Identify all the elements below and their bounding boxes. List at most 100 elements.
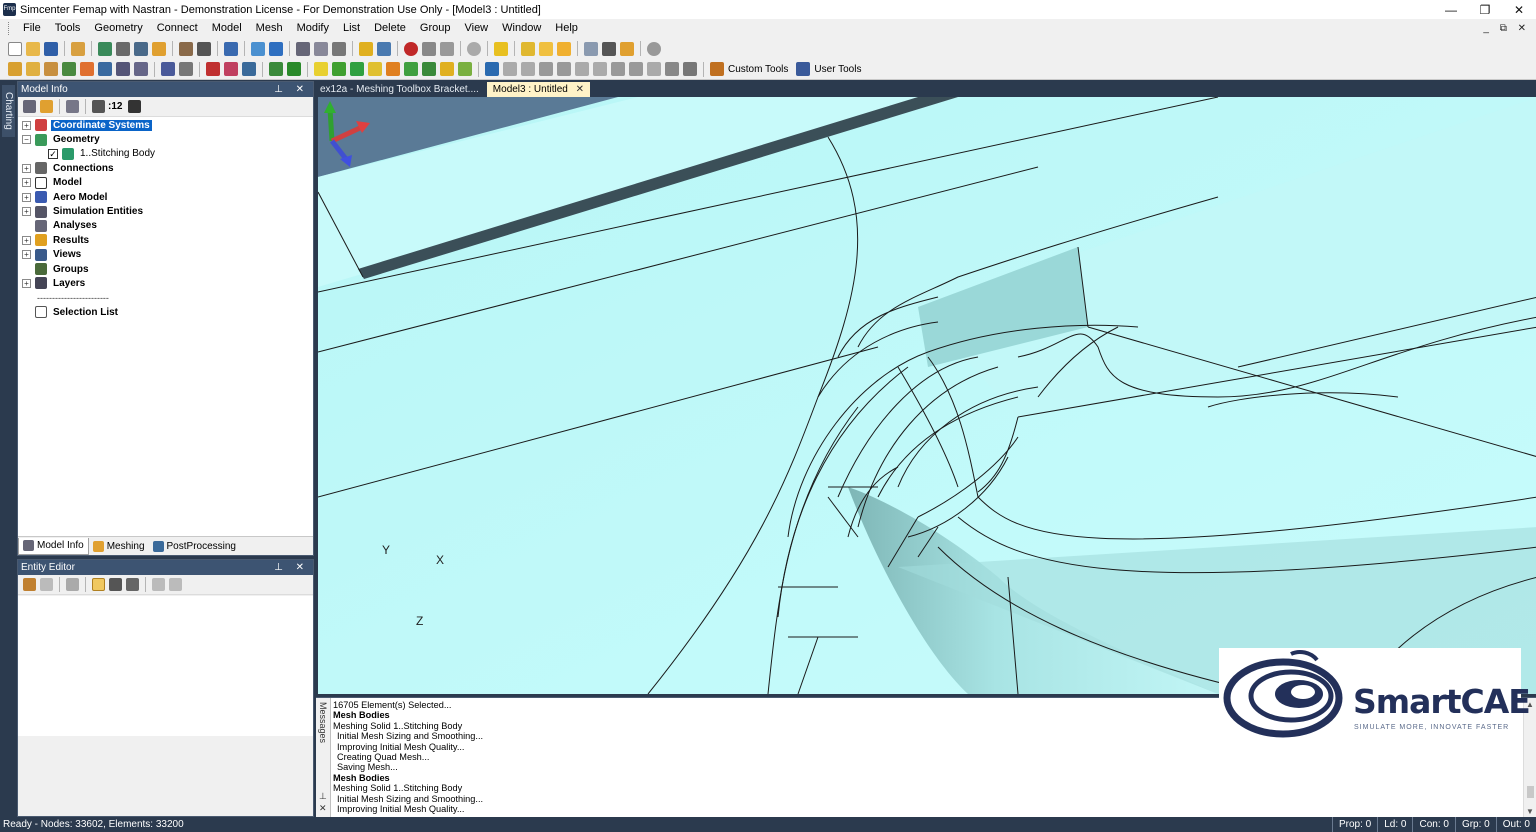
import-icon[interactable] — [665, 62, 679, 76]
expander-icon[interactable]: + — [22, 163, 31, 173]
tree-item-simulation-entities[interactable]: + Simulation Entities — [18, 204, 313, 218]
data-table-icon[interactable] — [44, 62, 58, 76]
pencil-icon[interactable] — [539, 41, 553, 56]
status-prop[interactable]: Prop: 0 — [1331, 817, 1377, 832]
link-icon[interactable] — [71, 41, 85, 56]
menu-delete[interactable]: Delete — [367, 19, 413, 38]
tree-item-connections[interactable]: + Connections — [18, 161, 313, 175]
status-output[interactable]: Out: 0 — [1495, 817, 1536, 832]
tree-results-icon[interactable] — [152, 41, 166, 56]
expander-icon[interactable]: + — [22, 278, 31, 288]
menu-geometry[interactable]: Geometry — [87, 19, 149, 38]
expander-icon[interactable]: + — [22, 120, 31, 130]
tree-item-views[interactable]: + Views — [18, 248, 313, 262]
grid-icon[interactable] — [602, 41, 616, 56]
menu-model[interactable]: Model — [205, 19, 249, 38]
tab-model-info[interactable]: Model Info — [18, 537, 89, 555]
restore-button[interactable]: ❐ — [1468, 0, 1502, 19]
entity-point-icon[interactable] — [314, 62, 328, 76]
print-icon[interactable] — [197, 41, 211, 56]
tree-item-results[interactable]: + Results — [18, 233, 313, 247]
scroll-down-icon[interactable]: ▼ — [1526, 807, 1534, 816]
minimize-button[interactable]: — — [1434, 0, 1468, 19]
view-options-icon[interactable] — [242, 62, 256, 76]
view-box-icon[interactable] — [332, 41, 346, 56]
stop-icon[interactable] — [404, 41, 418, 56]
menu-window[interactable]: Window — [495, 19, 548, 38]
align-right-icon[interactable] — [521, 62, 535, 76]
menu-file[interactable]: File — [16, 19, 48, 38]
geometry-solid-icon[interactable] — [224, 62, 238, 76]
model-info-icon[interactable] — [8, 62, 22, 76]
status-load[interactable]: Ld: 0 — [1377, 817, 1412, 832]
custom-tools-icon[interactable] — [710, 62, 724, 76]
layers-icon[interactable] — [584, 41, 598, 56]
properties-list-icon[interactable] — [126, 578, 139, 591]
expander-icon[interactable]: − — [22, 135, 31, 145]
status-group[interactable]: Grp: 0 — [1454, 817, 1496, 832]
save-icon[interactable] — [44, 41, 58, 56]
tree-item-groups[interactable]: Groups — [18, 262, 313, 276]
add-point-icon[interactable] — [494, 41, 508, 56]
align-left-icon[interactable] — [485, 62, 499, 76]
tree-item-selection-list[interactable]: Selection List — [18, 305, 313, 319]
menu-help[interactable]: Help — [548, 19, 585, 38]
menu-mesh[interactable]: Mesh — [249, 19, 290, 38]
status-constraint[interactable]: Con: 0 — [1412, 817, 1454, 832]
entity-editor-icon[interactable] — [26, 62, 40, 76]
tree-item-model[interactable]: + Model — [18, 176, 313, 190]
view-copy-icon[interactable] — [314, 41, 328, 56]
entity-node-icon[interactable] — [368, 62, 382, 76]
align-center-icon[interactable] — [503, 62, 517, 76]
eraser-icon[interactable] — [557, 41, 571, 56]
program-file-icon[interactable] — [116, 62, 130, 76]
sort-alpha-icon[interactable] — [109, 578, 122, 591]
help-icon[interactable] — [647, 41, 661, 56]
view-select-icon[interactable] — [251, 41, 265, 56]
new-file-icon[interactable] — [8, 41, 22, 56]
measure-icon[interactable] — [359, 41, 373, 56]
open-folder-icon[interactable] — [26, 41, 40, 56]
tab-meshing[interactable]: Meshing — [89, 538, 149, 555]
entity-curve-icon[interactable] — [332, 62, 346, 76]
grid-3-icon[interactable] — [575, 62, 589, 76]
user-tools-icon[interactable] — [796, 62, 811, 76]
visibility-checkbox[interactable]: ✓ — [48, 148, 58, 159]
custom-tools-button[interactable]: Custom Tools — [728, 64, 788, 75]
more-icon[interactable] — [683, 62, 697, 76]
tree-filter-icon[interactable] — [92, 100, 105, 113]
menu-connect[interactable]: Connect — [150, 19, 205, 38]
select-box-icon[interactable] — [440, 41, 454, 56]
entity-surface-icon[interactable] — [350, 62, 364, 76]
messages-log[interactable]: 16705 Element(s) Selected... Mesh Bodies… — [333, 700, 483, 814]
clipboard-icon[interactable] — [40, 578, 53, 591]
lock-icon[interactable] — [23, 578, 36, 591]
tree-expand-icon[interactable] — [66, 100, 79, 113]
tree-structure-icon[interactable] — [116, 41, 130, 56]
copy-icon[interactable] — [66, 578, 79, 591]
entity-element-icon[interactable] — [386, 62, 400, 76]
menu-tools[interactable]: Tools — [48, 19, 88, 38]
expander-icon[interactable]: + — [22, 235, 31, 245]
tree-model-icon[interactable] — [98, 41, 112, 56]
grid-1-icon[interactable] — [539, 62, 553, 76]
brush-icon[interactable] — [128, 100, 142, 113]
tab-postprocessing[interactable]: PostProcessing — [149, 538, 240, 555]
view-rotate-icon[interactable] — [269, 41, 283, 56]
messages-controls[interactable]: ⊥ ✕ — [319, 790, 330, 814]
tree-edit-icon[interactable] — [40, 100, 53, 113]
mdi-controls[interactable]: _ ⧉ ✕ — [1483, 19, 1530, 38]
tree-mesh-icon[interactable] — [134, 41, 148, 56]
api-icon[interactable] — [80, 62, 94, 76]
tree-item-stitching-body[interactable]: ✓ 1..Stitching Body — [18, 147, 313, 161]
tab-ex12a[interactable]: ex12a - Meshing Toolbox Bracket.... — [314, 82, 485, 97]
copy-view-icon[interactable] — [611, 62, 625, 76]
paste-view-icon[interactable] — [629, 62, 643, 76]
grid-4-icon[interactable] — [593, 62, 607, 76]
entity-connection-icon[interactable] — [458, 62, 472, 76]
charting-tab[interactable]: Charting — [2, 85, 15, 137]
geometry-surface-icon[interactable] — [206, 62, 220, 76]
mesh-size-icon[interactable] — [269, 62, 283, 76]
render-shade-icon[interactable] — [521, 41, 535, 56]
menu-view[interactable]: View — [457, 19, 495, 38]
